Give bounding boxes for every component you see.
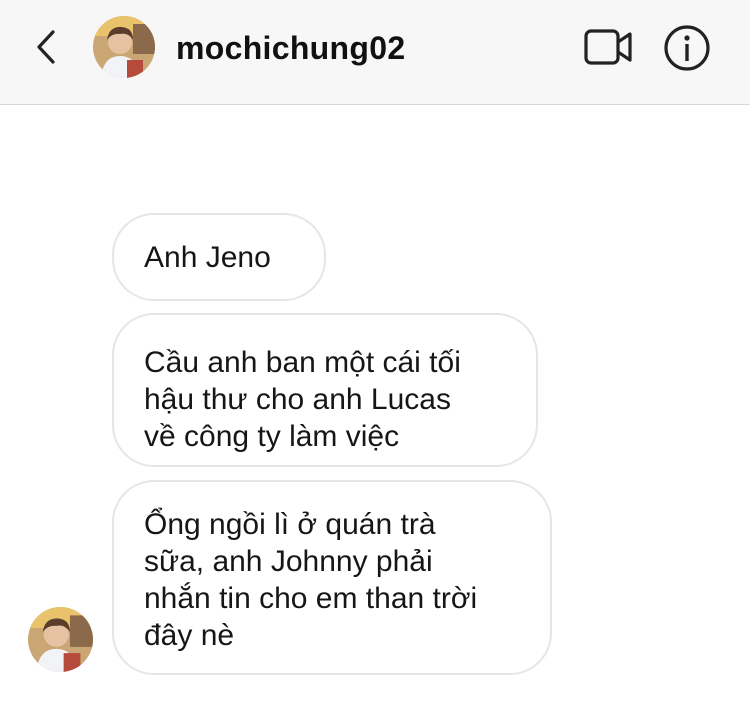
message-bubble[interactable]: Anh Jeno <box>112 213 326 301</box>
info-button[interactable] <box>662 23 712 73</box>
chat-username[interactable]: mochichung02 <box>176 26 405 70</box>
chat-header: mochichung02 <box>0 0 750 105</box>
sender-avatar[interactable] <box>28 607 93 672</box>
message-bubble[interactable]: Ổng ngồi lì ở quán trà sữa, anh Johnny p… <box>112 480 552 675</box>
message-bubble[interactable]: Cầu anh ban một cái tối hậu thư cho anh … <box>112 313 538 467</box>
profile-photo-avatar <box>28 607 93 672</box>
header-avatar[interactable] <box>93 16 155 78</box>
profile-photo-avatar <box>93 16 155 78</box>
video-camera-icon <box>584 29 632 65</box>
info-icon <box>664 25 710 71</box>
back-button[interactable] <box>28 27 64 67</box>
message-thread: Anh Jeno Cầu anh ban một cái tối hậu thư… <box>0 105 750 703</box>
video-call-button[interactable] <box>580 25 636 69</box>
chevron-left-icon <box>37 30 55 64</box>
